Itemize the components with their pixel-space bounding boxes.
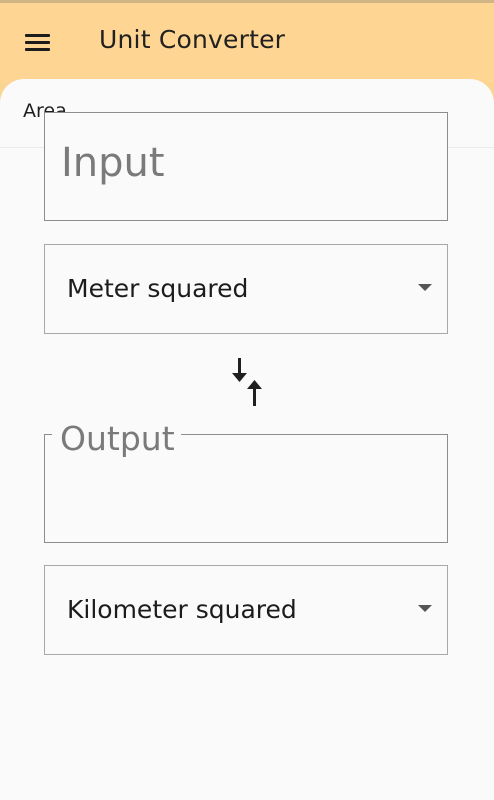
swap-units-button[interactable]: [225, 355, 271, 409]
to-unit-value: Kilometer squared: [67, 595, 297, 624]
from-unit-dropdown[interactable]: Meter squared: [44, 244, 448, 334]
input-placeholder: Input: [61, 140, 165, 186]
app-title: Unit Converter: [99, 25, 286, 54]
menu-button[interactable]: [14, 20, 62, 64]
arrow-drop-down-icon: [418, 284, 432, 291]
swap-vertical-icon: [232, 358, 262, 406]
app-bar: Unit Converter: [0, 3, 494, 83]
arrow-drop-down-icon: [418, 605, 432, 612]
to-unit-dropdown[interactable]: Kilometer squared: [44, 565, 448, 655]
output-label: Output: [52, 421, 181, 457]
from-unit-value: Meter squared: [67, 274, 249, 303]
input-field[interactable]: Input: [44, 112, 448, 221]
